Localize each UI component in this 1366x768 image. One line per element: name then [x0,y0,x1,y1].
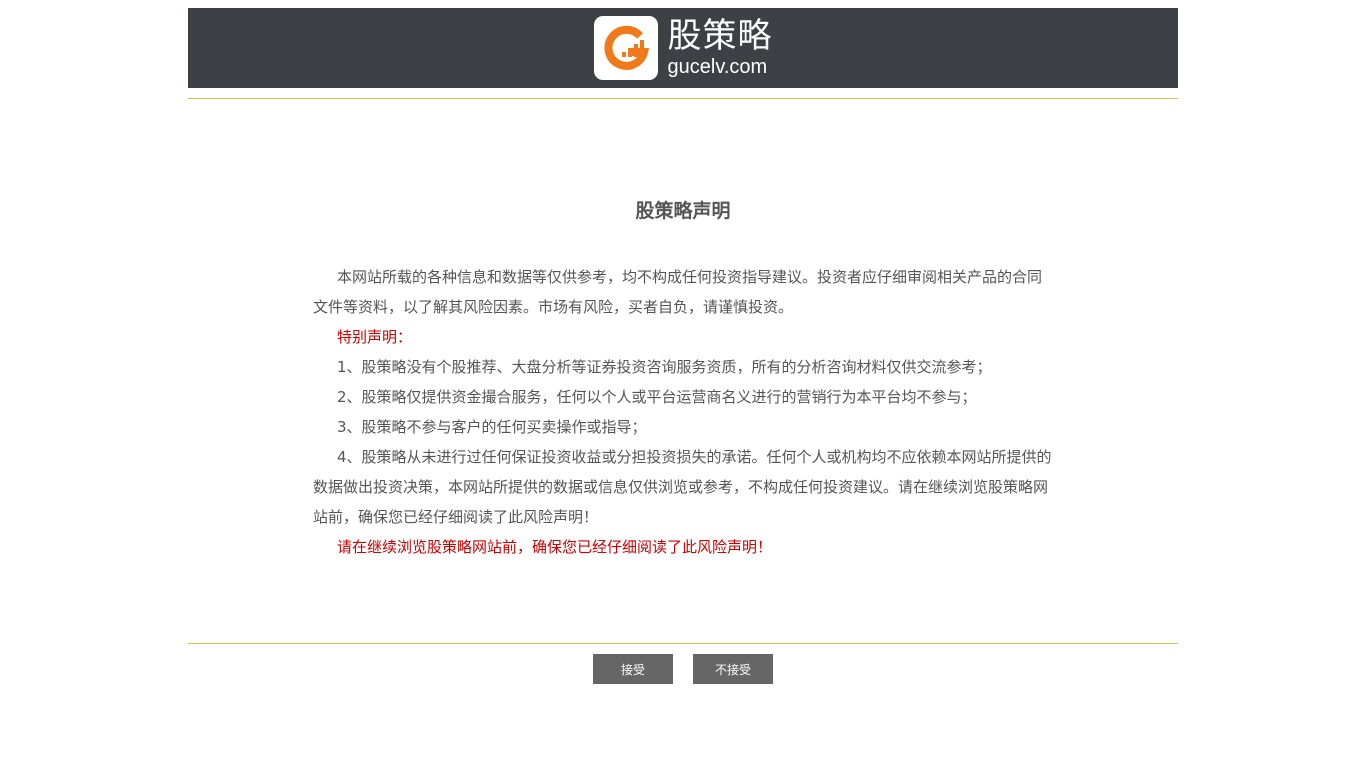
site-logo[interactable]: 股策略 gucelv.com [593,16,773,80]
statement-paragraph: 4、股策略从未进行过任何保证投资收益或分担投资损失的承诺。任何个人或机构均不应依… [313,448,1052,526]
action-buttons: 接受 不接受 [188,654,1178,684]
logo-text: 股策略 gucelv.com [668,19,773,77]
top-divider [188,98,1178,99]
decline-button[interactable]: 不接受 [693,654,773,684]
site-header: 股策略 gucelv.com [188,8,1178,88]
statement-paragraph: 2、股策略仅提供资金撮合服务，任何以个人或平台运营商名义进行的营销行为本平台均不… [337,388,977,406]
statement-body: 本网站所载的各种信息和数据等仅供参考，均不构成任何投资指导建议。投资者应仔细审阅… [313,262,1053,562]
statement-paragraph: 1、股策略没有个股推荐、大盘分析等证券投资咨询服务资质，所有的分析咨询材料仅供交… [337,358,992,376]
accept-button[interactable]: 接受 [593,654,673,684]
statement-highlight: 特别声明： [337,328,413,346]
logo-domain: gucelv.com [667,56,768,78]
statement-paragraph: 3、股策略不参与客户的任何买卖操作或指导； [337,418,647,436]
statement-title: 股策略声明 [635,200,731,222]
bottom-divider [188,643,1178,644]
page-container: 股策略 gucelv.com 股策略声明 本网站所载的各种信息和数据等仅供参考，… [188,8,1178,684]
statement-paragraph: 本网站所载的各种信息和数据等仅供参考，均不构成任何投资指导建议。投资者应仔细审阅… [313,268,1043,316]
statement-highlight: 请在继续浏览股策略网站前，确保您已经仔细阅读了此风险声明！ [337,538,773,556]
logo-g-icon [593,16,658,80]
logo-name-cn: 股策略 [667,16,773,56]
